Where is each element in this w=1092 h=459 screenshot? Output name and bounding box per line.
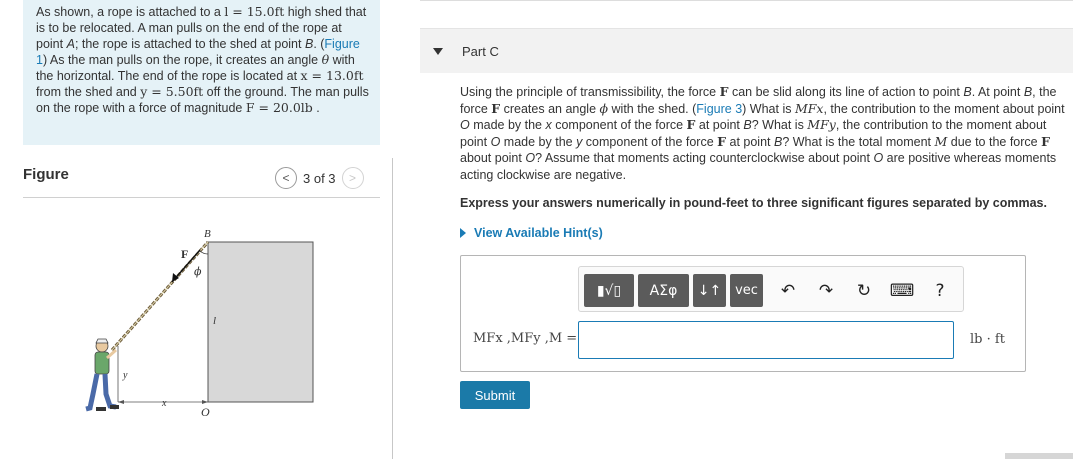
problem-text: from the shed and — [36, 85, 141, 99]
point-o: O — [490, 134, 501, 149]
submit-button[interactable]: Submit — [460, 381, 530, 409]
label-y: y — [122, 370, 128, 381]
problem-text: ) As the man pulls on the rope, it creat… — [42, 53, 322, 67]
shed — [207, 241, 314, 403]
question-fragment: component of the force — [551, 118, 687, 132]
part-title: Part C — [462, 43, 499, 59]
math-toolbar: ▮√▯ ΑΣφ ↓↑ vec ↶ ↷ ↻ ⌨ ? — [578, 266, 964, 312]
label-f: F — [181, 247, 188, 261]
problem-statement: As shown, a rope is attached to a l = 15… — [23, 0, 380, 145]
answer-area: ▮√▯ ΑΣφ ↓↑ vec ↶ ↷ ↻ ⌨ ? MFx ,MFy ,M = l… — [460, 255, 1026, 372]
question-fragment: made by the — [469, 118, 546, 132]
figure-3-link[interactable]: Figure 3 — [696, 102, 742, 116]
view-hints-link[interactable]: View Available Hint(s) — [460, 226, 603, 240]
figure-divider — [23, 197, 380, 198]
undo-icon[interactable]: ↶ — [777, 280, 799, 302]
collapse-caret-icon[interactable] — [433, 47, 443, 55]
point-o: O — [525, 151, 536, 165]
x-distance: x = 13.0ft — [300, 68, 364, 83]
force-symbol: F — [1041, 133, 1050, 149]
question-fragment: made by the — [500, 134, 577, 149]
x-arrow-right — [202, 400, 208, 404]
answer-instruction: Express your answers numerically in poun… — [460, 196, 1047, 210]
problem-text: As shown, a rope is attached to a — [36, 5, 225, 19]
mfy-symbol: MFy — [807, 117, 836, 132]
force-magnitude: F = 20.0lb — [245, 100, 313, 115]
scroll-indicator[interactable] — [1005, 453, 1073, 459]
phi-symbol: ϕ — [599, 100, 609, 116]
mfx-symbol: MFx — [794, 100, 824, 116]
question-text: Using the principle of transmissibility,… — [460, 84, 1074, 183]
question-fragment: at point — [695, 118, 744, 132]
label-o: O — [201, 405, 210, 419]
force-symbol: F — [491, 100, 501, 116]
label-x: x — [161, 398, 167, 409]
question-fragment: at point — [726, 134, 774, 149]
prev-figure-button[interactable]: < — [275, 167, 297, 189]
question-fragment: ) What is — [742, 101, 795, 116]
point-o: O — [460, 118, 470, 132]
man-figure — [85, 338, 119, 412]
question-fragment: can be slid along its line of action to … — [728, 85, 964, 99]
x-arrow-left — [118, 400, 124, 404]
problem-text: . ( — [313, 37, 325, 51]
expand-triangle-icon — [460, 228, 466, 238]
label-phi: ϕ — [194, 265, 202, 278]
question-fragment: ? Assume that moments acting countercloc… — [535, 151, 874, 165]
problem-text: . — [312, 101, 320, 115]
unit-label: lb · ft — [970, 332, 1005, 347]
greek-symbols-button[interactable]: ΑΣφ — [638, 274, 689, 307]
point-b: B — [1023, 85, 1033, 99]
point-a: A — [66, 37, 75, 51]
figure-navigation: < 3 of 3 > — [275, 167, 364, 189]
point-b: B — [963, 85, 972, 99]
question-fragment: component of the force — [582, 134, 718, 149]
label-b: B — [204, 228, 211, 240]
subscript-superscript-button[interactable]: ↓↑ — [693, 274, 726, 307]
question-fragment: about point — [460, 151, 526, 165]
answer-variable-label: MFx ,MFy ,M = — [473, 331, 578, 346]
answer-input[interactable] — [578, 321, 954, 359]
redo-icon[interactable]: ↷ — [815, 280, 837, 302]
point-o: O — [873, 151, 884, 165]
shed-height: l = 15.0ft — [224, 4, 285, 19]
question-fragment: creates an angle — [500, 101, 600, 116]
force-symbol: F — [717, 133, 727, 149]
question-fragment: ? What is — [751, 118, 808, 132]
point-b: B — [743, 118, 752, 132]
question-fragment: , the contribution to the moment about p… — [823, 101, 1065, 116]
problem-text: ; the rope is attached to the shed at po… — [74, 37, 305, 51]
question-fragment: with the shed. ( — [608, 101, 697, 116]
figure-heading: Figure — [23, 166, 69, 183]
theta-symbol: θ — [321, 52, 330, 67]
total-moment-symbol: M — [934, 133, 948, 149]
label-l: l — [213, 315, 216, 327]
figure-counter: 3 of 3 — [303, 170, 336, 186]
next-figure-button[interactable]: > — [341, 167, 364, 189]
y-height: y = 5.50ft — [140, 84, 204, 99]
hint-label: View Available Hint(s) — [474, 226, 603, 240]
question-fragment: ? What is the total moment — [782, 134, 935, 149]
vector-button[interactable]: vec — [730, 274, 763, 307]
part-c-header[interactable]: Part C — [420, 28, 1073, 73]
previous-part-border — [420, 0, 1073, 1]
reset-icon[interactable]: ↻ — [853, 280, 875, 302]
keyboard-icon[interactable]: ⌨ — [890, 280, 915, 302]
column-divider — [392, 158, 393, 459]
help-icon[interactable]: ? — [929, 280, 951, 302]
question-fragment: due to the force — [947, 134, 1042, 149]
figure-diagram: B F ϕ l y x O — [85, 228, 314, 419]
question-fragment: Using the principle of transmissibility,… — [460, 85, 720, 99]
question-fragment: . At point — [971, 85, 1024, 99]
templates-button[interactable]: ▮√▯ — [584, 274, 634, 307]
